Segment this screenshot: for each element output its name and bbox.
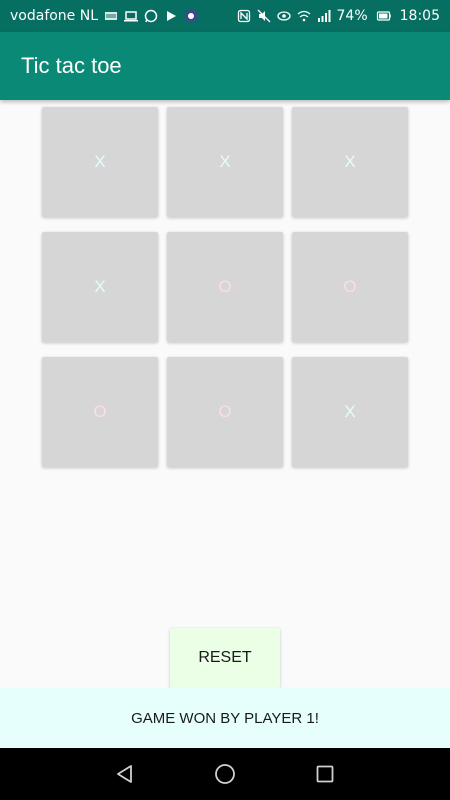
home-icon	[215, 764, 235, 784]
battery-icon	[376, 11, 391, 21]
battery-percent: 74%	[336, 8, 368, 24]
carrier-label: vodafone NL	[10, 8, 99, 24]
signal-icon	[317, 10, 331, 22]
reset-button-label: RESET	[198, 649, 252, 666]
cell-mark: O	[218, 402, 232, 421]
nav-bar	[0, 748, 450, 800]
board-cell-3[interactable]: X	[292, 107, 408, 217]
app-icon	[185, 10, 198, 22]
status-bar: vodafone NL 74% 18:05	[0, 0, 450, 32]
eye-icon	[276, 11, 291, 21]
cell-mark: O	[218, 277, 232, 296]
board-cell-1[interactable]: X	[42, 107, 158, 217]
game-board: X X X X O O O O X	[42, 107, 409, 468]
cell-mark: X	[344, 402, 356, 421]
board-cell-2[interactable]: X	[167, 107, 283, 217]
result-message: GAME WON BY PLAYER 1!	[131, 709, 319, 727]
cell-mark: X	[344, 152, 356, 171]
clock: 18:05	[399, 8, 440, 24]
wifi-icon	[297, 10, 310, 22]
board-cell-7[interactable]: O	[42, 357, 158, 467]
board-cell-4[interactable]: X	[42, 232, 158, 342]
recents-icon	[316, 765, 334, 783]
status-right: 74% 18:05	[237, 8, 440, 24]
mute-icon	[257, 9, 270, 23]
app-bar: Tic tac toe	[0, 32, 450, 100]
board-cell-8[interactable]: O	[167, 357, 283, 467]
app-title: Tic tac toe	[21, 53, 122, 78]
cell-mark: O	[93, 402, 107, 421]
status-left: vodafone NL	[10, 8, 198, 24]
back-button[interactable]	[113, 762, 137, 786]
play-store-icon	[167, 11, 177, 21]
reset-button[interactable]: RESET	[170, 628, 280, 688]
home-button[interactable]	[213, 762, 237, 786]
cell-mark: X	[94, 152, 106, 171]
back-icon	[117, 765, 132, 783]
cell-mark: X	[219, 152, 231, 171]
cell-mark: X	[94, 277, 106, 296]
board-cell-9[interactable]: X	[292, 357, 408, 467]
board-cell-5[interactable]: O	[167, 232, 283, 342]
board-cell-6[interactable]: O	[292, 232, 408, 342]
laptop-icon	[124, 11, 139, 22]
nfc-icon	[237, 9, 250, 23]
cell-mark: O	[343, 277, 357, 296]
result-banner: GAME WON BY PLAYER 1!	[0, 688, 450, 748]
recents-button[interactable]	[313, 762, 337, 786]
whatsapp-icon	[144, 9, 158, 23]
notification-icon	[105, 12, 118, 20]
